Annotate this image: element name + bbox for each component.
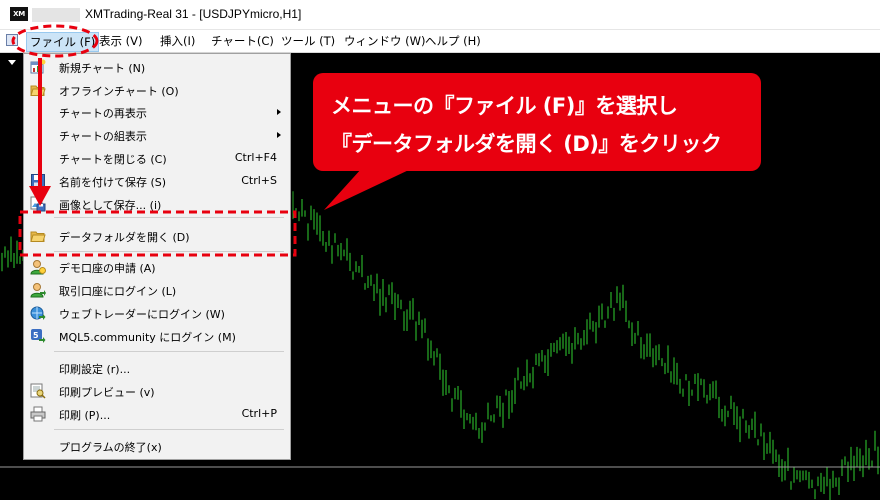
shortcut-text: Ctrl+P	[241, 407, 277, 420]
menu-item-chart-set[interactable]: チャートの組表示	[24, 124, 290, 146]
print-preview-icon	[30, 383, 46, 399]
menu-item-exit[interactable]: プログラムの終了(x)	[24, 435, 290, 457]
menu-item-label: デモ口座の申請 (A)	[59, 262, 156, 275]
menu-item-label: 印刷 (P)...	[59, 409, 111, 422]
shortcut-text: Ctrl+F4	[234, 151, 277, 164]
menu-tools[interactable]: ツール (T)	[281, 33, 335, 49]
menu-item-label: オフラインチャート (O)	[59, 85, 179, 98]
chart-dropdown-arrow-icon[interactable]	[8, 60, 16, 65]
xm-logo-icon: XM	[10, 7, 28, 21]
menu-item-label: チャートの組表示	[59, 130, 147, 143]
menu-separator	[54, 351, 284, 352]
menu-item-label: 印刷プレビュー (v)	[59, 386, 155, 399]
menu-item-label: 新規チャート (N)	[59, 62, 146, 75]
menu-item-label: ウェブトレーダーにログイン (W)	[59, 308, 225, 321]
folder-icon	[30, 231, 46, 242]
menu-item-save-as-picture[interactable]: 画像として保存... (i)	[24, 193, 290, 215]
menu-item-label: 名前を付けて保存 (S)	[59, 176, 167, 189]
menu-item-label: 画像として保存... (i)	[59, 199, 162, 212]
submenu-arrow-icon	[277, 109, 281, 115]
submenu-arrow-icon	[277, 132, 281, 138]
menu-view[interactable]: 表示 (V)	[99, 33, 143, 49]
menu-separator	[54, 429, 284, 430]
menu-item-print-preview[interactable]: 印刷プレビュー (v)	[24, 380, 290, 402]
menu-item-print[interactable]: 印刷 (P)... Ctrl+P	[24, 403, 290, 425]
svg-text:5: 5	[33, 331, 39, 340]
menu-item-open-data-folder[interactable]: データフォルダを開く (D)	[24, 225, 290, 247]
menu-file[interactable]: ファイル (F)	[26, 32, 100, 52]
title-bar: XM XMTrading-Real 31 - [USDJPYmicro,H1]	[0, 0, 880, 30]
window-title: XMTrading-Real 31 - [USDJPYmicro,H1]	[85, 7, 302, 21]
save-image-icon	[30, 196, 46, 212]
menu-item-login-mql5[interactable]: 5 MQL5.community にログイン (M)	[24, 325, 290, 347]
menu-item-login-webtrader[interactable]: ウェブトレーダーにログイン (W)	[24, 302, 290, 324]
mql5-icon: 5	[31, 329, 46, 343]
menu-item-label: データフォルダを開く (D)	[59, 231, 190, 244]
login-account-icon	[30, 283, 46, 298]
menu-separator	[54, 251, 284, 252]
masked-account	[32, 8, 80, 22]
shortcut-text: Ctrl+S	[241, 174, 277, 187]
menu-item-label: チャートを閉じる (C)	[59, 153, 167, 166]
open-folder-icon	[30, 85, 46, 96]
callout-line-2: 『データフォルダを開く (D)』をクリック	[331, 132, 722, 156]
terminal-window: XM XMTrading-Real 31 - [USDJPYmicro,H1] …	[0, 0, 880, 500]
save-icon	[31, 174, 45, 188]
file-menu-dropdown: 新規チャート (N) オフラインチャート (O) チャートの再表示 チャートの組…	[23, 53, 291, 460]
menu-item-print-setup[interactable]: 印刷設定 (r)...	[24, 357, 290, 379]
menu-charts[interactable]: チャート(C)	[211, 33, 274, 49]
menu-window[interactable]: ウィンドウ (W)	[344, 33, 426, 49]
webtrader-icon	[30, 306, 46, 320]
printer-icon	[30, 406, 46, 422]
menu-item-label: 取引口座にログイン (L)	[59, 285, 177, 298]
new-chart-icon	[30, 59, 46, 74]
menu-separator	[54, 217, 284, 218]
callout-line-1: メニューの『ファイル (F)』を選択し	[331, 94, 678, 118]
menu-item-label: 印刷設定 (r)...	[59, 363, 131, 376]
menu-help[interactable]: ヘルプ (H)	[425, 33, 481, 49]
menu-item-open-demo-account[interactable]: デモ口座の申請 (A)	[24, 256, 290, 278]
menu-bar: ファイル (F) 表示 (V) 挿入(I) チャート(C) ツール (T) ウィ…	[0, 30, 880, 53]
menu-insert[interactable]: 挿入(I)	[160, 33, 195, 49]
annotation-callout: メニューの『ファイル (F)』を選択し 『データフォルダを開く (D)』をクリッ…	[313, 73, 761, 171]
menu-item-new-chart[interactable]: 新規チャート (N)	[24, 56, 290, 78]
menu-item-label: チャートの再表示	[59, 107, 147, 120]
demo-account-icon	[30, 260, 46, 275]
menu-item-reload-chart[interactable]: チャートの再表示	[24, 101, 290, 123]
menu-item-save-as[interactable]: 名前を付けて保存 (S) Ctrl+S	[24, 170, 290, 192]
menu-item-close-chart[interactable]: チャートを閉じる (C) Ctrl+F4	[24, 147, 290, 169]
menu-item-offline-chart[interactable]: オフラインチャート (O)	[24, 79, 290, 101]
menu-item-login-trade-account[interactable]: 取引口座にログイン (L)	[24, 279, 290, 301]
menu-item-label: MQL5.community にログイン (M)	[59, 331, 236, 344]
chart-window-icon[interactable]	[6, 34, 18, 46]
menu-item-label: プログラムの終了(x)	[59, 441, 162, 454]
